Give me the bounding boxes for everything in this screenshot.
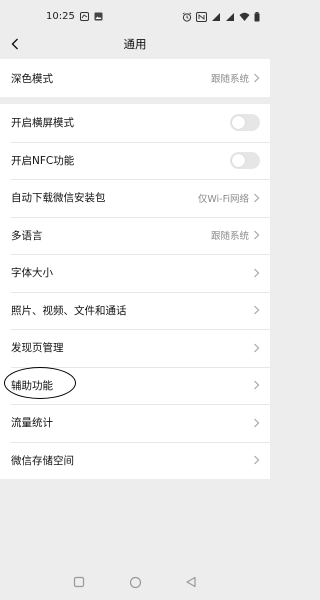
storage-label: 微信存储空间 xyxy=(11,454,74,467)
recent-apps-icon xyxy=(73,576,85,588)
media-label: 照片、视频、文件和通话 xyxy=(11,304,127,317)
chevron-right-icon xyxy=(254,230,260,240)
language-value: 跟随系统 xyxy=(210,231,249,243)
data-usage-row[interactable]: 流量统计 xyxy=(0,404,270,442)
signal-icon xyxy=(212,12,220,21)
discover-management-row[interactable]: 发现页管理 xyxy=(0,329,270,367)
status-time: 10:25 xyxy=(46,11,75,22)
dark-mode-row[interactable]: 深色模式 跟随系统 xyxy=(0,59,270,97)
language-row[interactable]: 多语言 跟随系统 xyxy=(0,216,270,255)
chevron-right-icon xyxy=(254,380,260,390)
nav-header: 通用 xyxy=(0,33,270,55)
font-size-row[interactable]: 字体大小 xyxy=(0,254,270,292)
nfc-toggle[interactable] xyxy=(230,151,260,169)
chevron-right-icon xyxy=(254,343,260,353)
chevron-right-icon xyxy=(254,418,260,428)
wifi-icon xyxy=(239,12,250,21)
toggle-knob xyxy=(232,116,245,130)
chevron-right-icon xyxy=(254,305,260,315)
nfc-label: 开启NFC功能 xyxy=(11,154,75,167)
chevron-right-icon xyxy=(254,193,260,203)
data-usage-label: 流量统计 xyxy=(11,417,53,430)
discover-management-label: 发现页管理 xyxy=(11,342,64,355)
chevron-left-icon xyxy=(11,38,18,50)
system-back-button[interactable] xyxy=(183,574,199,590)
nfc-row: 开启NFC功能 xyxy=(0,141,270,180)
language-label: 多语言 xyxy=(11,229,43,242)
page-title: 通用 xyxy=(123,37,147,51)
home-icon xyxy=(129,576,141,588)
chevron-right-icon xyxy=(254,73,260,83)
nfc-icon xyxy=(196,11,207,22)
landscape-mode-label: 开启横屏模式 xyxy=(11,117,74,130)
settings-group-display: 深色模式 跟随系统 xyxy=(0,59,270,97)
accessibility-label: 辅助功能 xyxy=(11,379,53,392)
landscape-mode-row: 开启横屏模式 xyxy=(0,104,270,142)
landscape-mode-toggle[interactable] xyxy=(230,114,260,132)
back-button[interactable] xyxy=(6,35,24,53)
home-button[interactable] xyxy=(127,574,143,590)
signal-icon xyxy=(226,12,234,21)
font-size-label: 字体大小 xyxy=(11,267,53,280)
accessibility-row[interactable]: 辅助功能 xyxy=(0,366,270,405)
toggle-knob xyxy=(232,153,245,167)
chevron-right-icon xyxy=(254,455,260,465)
auto-download-label: 自动下载微信安装包 xyxy=(11,192,106,205)
system-nav-bar xyxy=(0,564,270,600)
storage-row[interactable]: 微信存储空间 xyxy=(0,441,270,480)
auto-download-value: 仅Wi-Fi网络 xyxy=(197,193,249,205)
auto-download-row[interactable]: 自动下载微信安装包 仅Wi-Fi网络 xyxy=(0,179,270,217)
battery-icon xyxy=(254,11,260,21)
image-notification-icon xyxy=(94,12,103,21)
settings-group-general: 开启横屏模式 开启NFC功能 自动下载微信安装包 仅Wi-Fi网络 多语言 跟随… xyxy=(0,104,270,479)
status-bar: 10:25 xyxy=(0,0,270,33)
dark-mode-label: 深色模式 xyxy=(11,72,53,85)
weibo-notification-icon xyxy=(79,12,89,21)
chevron-right-icon xyxy=(254,268,260,278)
media-row[interactable]: 照片、视频、文件和通话 xyxy=(0,291,270,330)
recent-apps-button[interactable] xyxy=(71,574,87,590)
back-triangle-icon xyxy=(186,576,196,588)
alarm-icon xyxy=(182,11,192,22)
dark-mode-value: 跟随系统 xyxy=(210,74,249,85)
